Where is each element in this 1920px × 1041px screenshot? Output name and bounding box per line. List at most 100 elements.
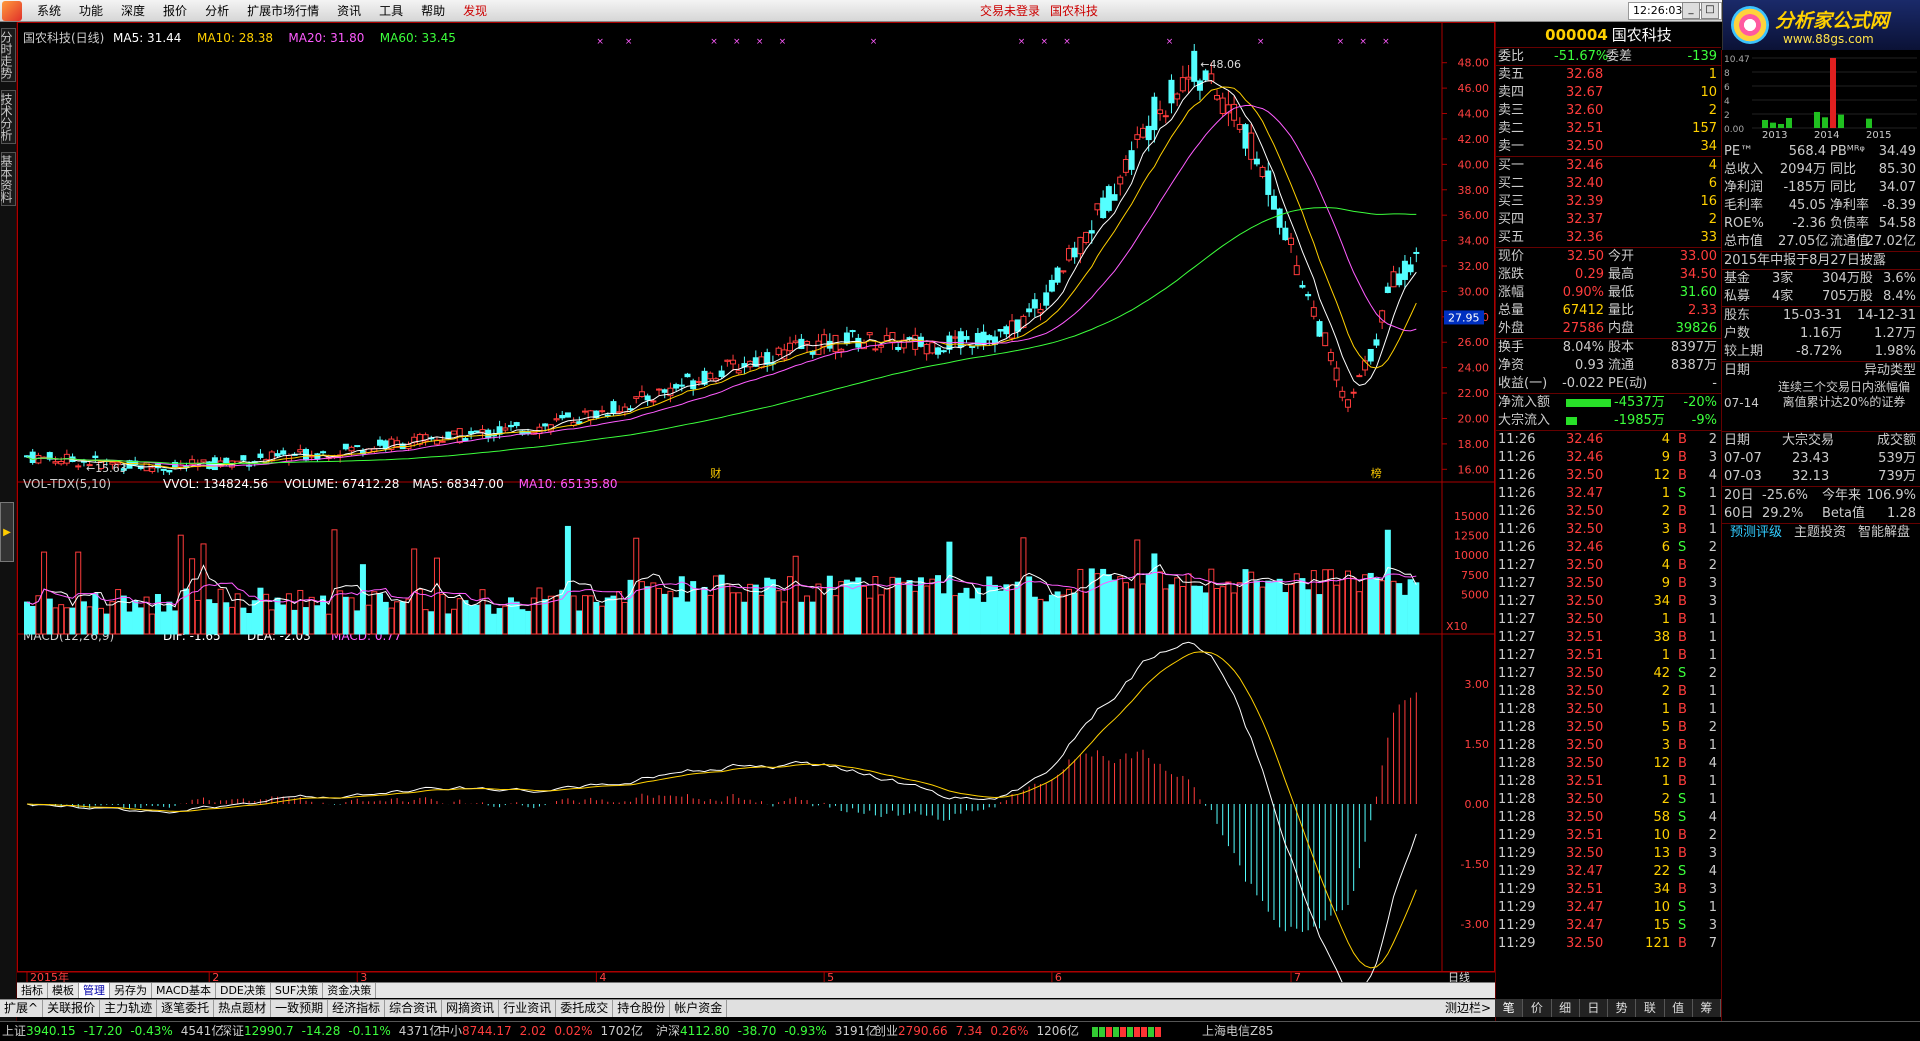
weicha-value: -139 xyxy=(1687,49,1717,64)
nav-orders[interactable]: 委托成交 xyxy=(556,1000,614,1017)
volume-bar xyxy=(314,605,321,635)
volume-bar xyxy=(952,595,959,635)
holder-stats: 股东 15-03-31 14-12-31 户数 1.16万 1.27万 较上期 -8.72% 1… xyxy=(1722,307,1920,362)
volume-bar xyxy=(206,599,213,635)
nav-main-track[interactable]: 主力轨迹 xyxy=(100,1000,158,1017)
index-item[interactable]: 中小8744.17 2.02 0.02% 1702亿 xyxy=(438,1022,643,1041)
volume-bar xyxy=(189,558,196,635)
menu-function[interactable]: 功能 xyxy=(70,0,112,22)
nav-economic[interactable]: 经济指标 xyxy=(328,1000,386,1017)
menu-system[interactable]: 系统 xyxy=(28,0,70,22)
nav-expand[interactable]: 扩展^ xyxy=(0,1000,44,1017)
tab-suf[interactable]: SUF决策 xyxy=(271,983,324,998)
tick-list[interactable]: 11:26 32.46 4 B 2 11:26 32.46 9 B 3 11:26 32.50 12 B 4… xyxy=(1496,431,1721,953)
index-item[interactable]: 上证3940.15 -17.20 -0.43% 4541亿 xyxy=(2,1022,223,1041)
tab-technical[interactable]: 技术分析 xyxy=(0,90,16,144)
volume-bar xyxy=(895,577,902,635)
candle-body xyxy=(644,395,651,401)
menu-depth[interactable]: 深度 xyxy=(112,0,154,22)
fin-row: 总市值 27.05亿 流通值 27.02亿 xyxy=(1724,234,1916,249)
volume-bar xyxy=(348,597,355,635)
nav-holdings[interactable]: 持仓股份 xyxy=(613,1000,671,1017)
nav-order-detail[interactable]: 逐笔委托 xyxy=(157,1000,215,1017)
volume-bar xyxy=(490,613,497,635)
volume-bar xyxy=(1231,592,1238,635)
candle-body xyxy=(1048,279,1055,292)
candle-body xyxy=(1054,267,1061,283)
qtab-trend[interactable]: 势 xyxy=(1608,999,1637,1017)
minimize-icon[interactable]: _ xyxy=(1682,2,1700,19)
fin-year: 2015 xyxy=(1866,130,1891,140)
tab-fundamental[interactable]: 基本资料 xyxy=(0,152,16,206)
menu-discover[interactable]: 发现 xyxy=(454,0,496,22)
tab-macd-basic[interactable]: MACD基本 xyxy=(152,983,216,998)
candle-body xyxy=(1088,230,1095,234)
link-theme[interactable]: 主题投资 xyxy=(1794,524,1846,542)
menu-help[interactable]: 帮助 xyxy=(412,0,454,22)
candle-body xyxy=(382,440,389,449)
stat-row: 现价 32.50 今开 33.00 xyxy=(1498,249,1717,264)
menu-quote[interactable]: 报价 xyxy=(154,0,196,22)
index-item[interactable]: 深证12990.7 -14.28 -0.11% 4371亿 xyxy=(220,1022,441,1041)
price-tick: 38.00 xyxy=(1458,184,1490,197)
volume-bar xyxy=(1344,570,1351,635)
menu-tools[interactable]: 工具 xyxy=(370,0,412,22)
tab-template[interactable]: 模板 xyxy=(48,983,79,998)
candle-body xyxy=(940,350,947,353)
nav-industry[interactable]: 行业资讯 xyxy=(499,1000,557,1017)
event-marker: × xyxy=(1359,37,1367,47)
qtab-value[interactable]: 值 xyxy=(1665,999,1693,1017)
link-smart[interactable]: 智能解盘 xyxy=(1858,524,1910,542)
nav-account[interactable]: 帐户资金 xyxy=(670,1000,728,1017)
qtab-detail[interactable]: 细 xyxy=(1552,999,1580,1017)
collapse-arrow-icon[interactable]: ▶ xyxy=(0,502,14,562)
volume-bar xyxy=(570,595,577,635)
extension-tabs: 扩展^ 关联报价 主力轨迹 逐笔委托 热点题材 一致预期 经济指标 综合资讯 网… xyxy=(0,999,1495,1017)
candle-body xyxy=(1003,326,1010,335)
volume-bar xyxy=(1100,568,1107,635)
qtab-related[interactable]: 联 xyxy=(1636,999,1665,1017)
candle-body xyxy=(1356,375,1363,378)
tab-fund-decision[interactable]: 资金决策 xyxy=(323,983,377,998)
menu-news[interactable]: 资讯 xyxy=(328,0,370,22)
server-status[interactable]: 上海电信Z85 xyxy=(1202,1022,1274,1041)
menu-analysis[interactable]: 分析 xyxy=(196,0,238,22)
tab-manage[interactable]: 管理 xyxy=(79,983,110,998)
qtab-tick[interactable]: 笔 xyxy=(1495,999,1524,1017)
candle-body xyxy=(786,342,793,352)
tick-row: 11:28 32.50 2 S 1 xyxy=(1498,792,1717,807)
maximize-icon[interactable]: □ xyxy=(1701,2,1719,19)
profit-bar xyxy=(1786,117,1792,128)
volume-bar xyxy=(359,564,366,635)
volume-bar xyxy=(166,601,173,635)
index-item[interactable]: 创业2790.66 7.34 0.26% 1206亿 xyxy=(874,1022,1079,1041)
volume-bar xyxy=(1367,572,1374,635)
nav-news[interactable]: 综合资讯 xyxy=(385,1000,443,1017)
side-bar-toggle[interactable]: 测边栏> xyxy=(1441,1000,1495,1017)
tick-row: 11:29 32.47 10 S 1 xyxy=(1498,900,1717,915)
menu-ext-market[interactable]: 扩展市场行情 xyxy=(238,0,328,22)
fin-tick: 0.00 xyxy=(1724,125,1744,135)
volume-bar xyxy=(582,595,588,635)
fund-holdings: 基金 3家 304万股 3.6% 私募 4家 705万股 8.4% xyxy=(1722,270,1920,307)
nav-consensus[interactable]: 一致预期 xyxy=(271,1000,329,1017)
login-status[interactable]: 交易未登录 xyxy=(980,4,1040,18)
nav-related-quote[interactable]: 关联报价 xyxy=(43,1000,101,1017)
qtab-price[interactable]: 价 xyxy=(1523,999,1552,1017)
kline-legend-title: 国农科技(日线) xyxy=(23,31,104,45)
nav-hot-topics[interactable]: 热点题材 xyxy=(214,1000,272,1017)
tab-indicator[interactable]: 指标 xyxy=(17,983,48,998)
tab-save-as[interactable]: 另存为 xyxy=(110,983,152,998)
tab-dde[interactable]: DDE决策 xyxy=(216,983,271,998)
nav-web-digest[interactable]: 网摘资讯 xyxy=(442,1000,500,1017)
link-forecast[interactable]: 预测评级 xyxy=(1730,524,1782,542)
index-item[interactable]: 沪深4112.80 -38.70 -0.93% 3191亿 xyxy=(656,1022,877,1041)
stock-name: 国农科技 xyxy=(1611,26,1672,44)
ad-banner[interactable]: 分析家公式网 www.88gs.com xyxy=(1722,0,1920,50)
qtab-day[interactable]: 日 xyxy=(1580,999,1608,1017)
chart-area[interactable]: 48.0046.0044.0042.0040.0038.0036.0034.00… xyxy=(17,22,1495,982)
tab-intraday[interactable]: 分时走势 xyxy=(0,28,16,82)
volume-bar xyxy=(1384,529,1391,635)
qtab-chips[interactable]: 筹 xyxy=(1693,999,1721,1017)
stat-row: 涨幅 0.90% 最低 31.60 xyxy=(1498,285,1717,300)
